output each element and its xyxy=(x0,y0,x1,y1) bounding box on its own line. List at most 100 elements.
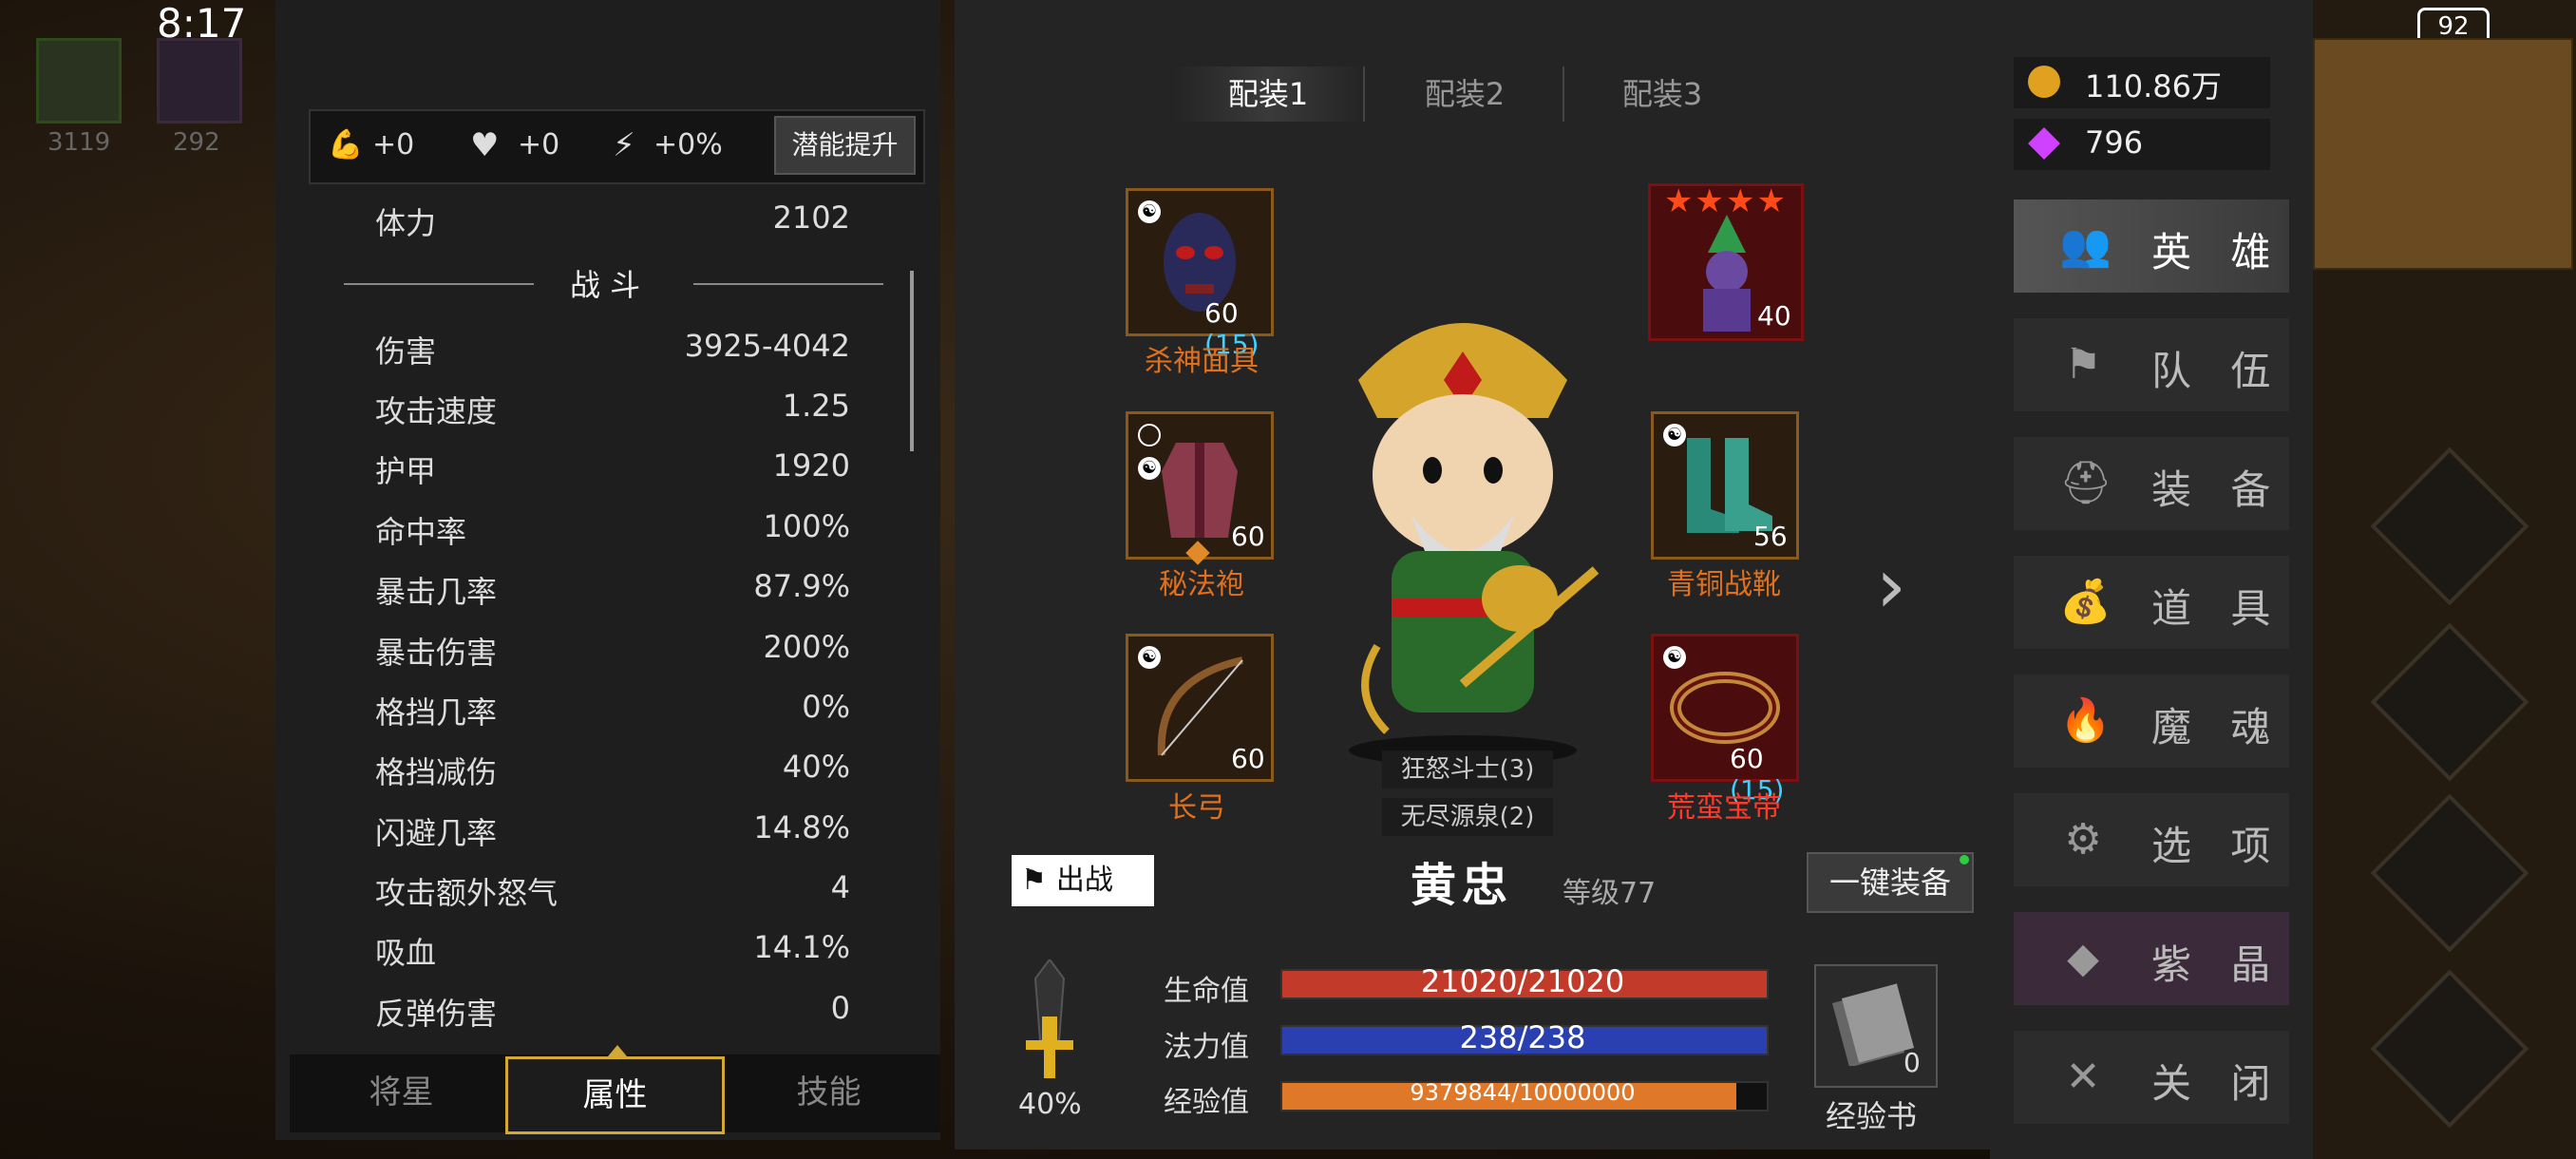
loadout-tab-2[interactable]: 配装2 xyxy=(1370,66,1560,122)
flame-icon: 🔥 xyxy=(2059,696,2112,745)
strength-value: +0 xyxy=(372,128,415,162)
menu-soul[interactable]: 🔥 魔 魂 xyxy=(2014,674,2289,768)
gold-amount: 110.86万 xyxy=(2085,68,2222,104)
exp-book-count: 0 xyxy=(1904,1047,1921,1078)
menu-equipment[interactable]: ⛑ 装 备 xyxy=(2014,437,2289,530)
stat-label: 吸血 xyxy=(375,935,437,971)
stat-row: 格挡几率 0% xyxy=(375,679,850,738)
menu-hero[interactable]: 👥 英 雄 xyxy=(2014,200,2289,293)
stat-value: 1920 xyxy=(772,447,850,484)
stat-label: 格挡减伤 xyxy=(375,754,498,790)
stat-value: 0 xyxy=(830,990,850,1026)
tab-stars[interactable]: 将星 xyxy=(294,1056,508,1129)
stat-row: 命中率 100% xyxy=(375,499,850,558)
loadout-tab-1[interactable]: 配装1 xyxy=(1173,66,1363,122)
stat-label: 格挡几率 xyxy=(375,694,498,731)
hero-name: 黄忠 xyxy=(1411,859,1514,912)
stat-label: 伤害 xyxy=(375,333,437,370)
equip-name-mask: 杀神面具 xyxy=(1145,345,1259,378)
equip-slot-boots[interactable]: ☯ 56 xyxy=(1651,411,1799,560)
section-title-combat: 战 斗 xyxy=(570,267,641,303)
stat-value: 0% xyxy=(802,689,850,725)
loadout-separator xyxy=(1563,66,1564,122)
left-item-icon-1[interactable] xyxy=(36,38,122,124)
active-tab-marker xyxy=(608,1045,627,1056)
robe-icon xyxy=(1162,443,1238,538)
rage-sword-icon xyxy=(1026,960,1073,1078)
menu-crystal[interactable]: ◆ 紫 晶 xyxy=(2014,912,2289,1005)
stat-label: 攻击速度 xyxy=(375,393,498,429)
menu-options[interactable]: ⚙ 选 项 xyxy=(2014,793,2289,886)
stat-value: 87.9% xyxy=(753,568,850,604)
loadout-tab-3[interactable]: 配装3 xyxy=(1567,66,1757,122)
menu-items[interactable]: 💰 道 具 xyxy=(2014,556,2289,649)
companion-level: 40 xyxy=(1757,300,1791,332)
heroes-icon: 👥 xyxy=(2059,221,2112,270)
next-hero-arrow-icon[interactable]: › xyxy=(1876,542,1906,630)
equip-level: 60 xyxy=(1231,521,1265,552)
potential-upgrade-button[interactable]: 潜能提升 xyxy=(774,116,916,175)
equip-slot-bow[interactable]: ☯ 60 xyxy=(1126,634,1274,782)
stat-value: 100% xyxy=(763,508,850,544)
gold-coin-icon xyxy=(2028,66,2060,98)
stat-row: 暴击伤害 200% xyxy=(375,619,850,678)
exp-book-label: 经验书 xyxy=(1826,1098,1918,1134)
stat-row: 格挡减伤 40% xyxy=(375,739,850,798)
equip-name-boots: 青铜战靴 xyxy=(1667,568,1781,601)
strength-icon: 💪 xyxy=(328,128,364,162)
equip-slot-mask[interactable]: ☯ 60 (15) xyxy=(1126,188,1274,360)
tab-skills[interactable]: 技能 xyxy=(722,1056,936,1129)
stat-value: 200% xyxy=(763,629,850,665)
deploy-button[interactable]: ⚑ 出战 xyxy=(1012,855,1154,906)
equip-slot-robe[interactable]: ☯ 60 xyxy=(1126,411,1274,560)
hero-trait-tag[interactable]: 狂怒斗士(3) xyxy=(1382,750,1553,788)
hero-trait-tag[interactable]: 无尽源泉(2) xyxy=(1382,798,1553,836)
companion-slot[interactable]: ★★★★ 40 xyxy=(1648,182,1804,341)
minimap[interactable] xyxy=(2313,38,2573,270)
hp-label: 生命值 xyxy=(1164,975,1249,1008)
stat-list-scrollbar[interactable] xyxy=(910,271,914,451)
stat-row: 吸血 14.1% xyxy=(375,920,850,978)
stat-row: 攻击速度 1.25 xyxy=(375,378,850,437)
exp-text: 9379844/10000000 xyxy=(1410,1079,1636,1106)
stat-label: 反弹伤害 xyxy=(375,996,498,1032)
exp-label: 经验值 xyxy=(1164,1086,1249,1119)
vitality-value: +0 xyxy=(518,128,560,162)
hp-text: 21020/21020 xyxy=(1420,963,1625,999)
equip-name-belt: 荒蛮宝带 xyxy=(1667,791,1781,825)
stat-row: 护甲 1920 xyxy=(375,438,850,497)
auto-equip-button[interactable]: 一键装备 xyxy=(1807,852,1974,913)
notification-dot xyxy=(1960,855,1969,864)
stat-label: 体力 xyxy=(375,205,437,241)
stat-label: 命中率 xyxy=(375,514,467,550)
stat-value: 3925-4042 xyxy=(684,328,850,364)
stat-label: 攻击额外怒气 xyxy=(375,875,559,911)
energy-value: +0% xyxy=(653,128,723,162)
left-item-icon-2[interactable] xyxy=(157,38,242,124)
helmet-icon: ⛑ xyxy=(2059,459,2112,507)
stat-value: 40% xyxy=(782,749,850,785)
hero-portrait[interactable] xyxy=(1320,285,1605,770)
belt-icon xyxy=(1670,672,1780,744)
equip-level: 56 xyxy=(1753,521,1788,552)
gold-display: 110.86万 xyxy=(2014,57,2270,108)
equip-slot-belt[interactable]: ☯ 60 (15) xyxy=(1651,634,1799,806)
stat-row: 反弹伤害 0 xyxy=(375,980,850,1039)
gem-display: 796 xyxy=(2014,119,2270,170)
mp-label: 法力值 xyxy=(1164,1031,1249,1064)
stat-value: 2102 xyxy=(772,200,850,236)
stat-label: 闪避几率 xyxy=(375,815,498,851)
stat-value: 14.1% xyxy=(753,929,850,965)
tab-attributes[interactable]: 属性 xyxy=(505,1056,725,1134)
crystal-icon: ◆ xyxy=(2067,934,2099,982)
purple-gem-icon xyxy=(2028,127,2060,160)
menu-team[interactable]: ⚑ 队 伍 xyxy=(2014,318,2289,411)
stat-label: 暴击伤害 xyxy=(375,635,498,671)
rage-percent: 40% xyxy=(1018,1088,1082,1121)
menu-close[interactable]: ✕ 关 闭 xyxy=(2014,1031,2289,1124)
mp-text: 238/238 xyxy=(1459,1019,1586,1055)
equip-name-robe: 秘法袍 xyxy=(1159,568,1244,601)
exp-book-slot[interactable]: 0 xyxy=(1814,964,1938,1088)
section-divider-right xyxy=(693,283,883,285)
stat-label: 暴击几率 xyxy=(375,574,498,610)
